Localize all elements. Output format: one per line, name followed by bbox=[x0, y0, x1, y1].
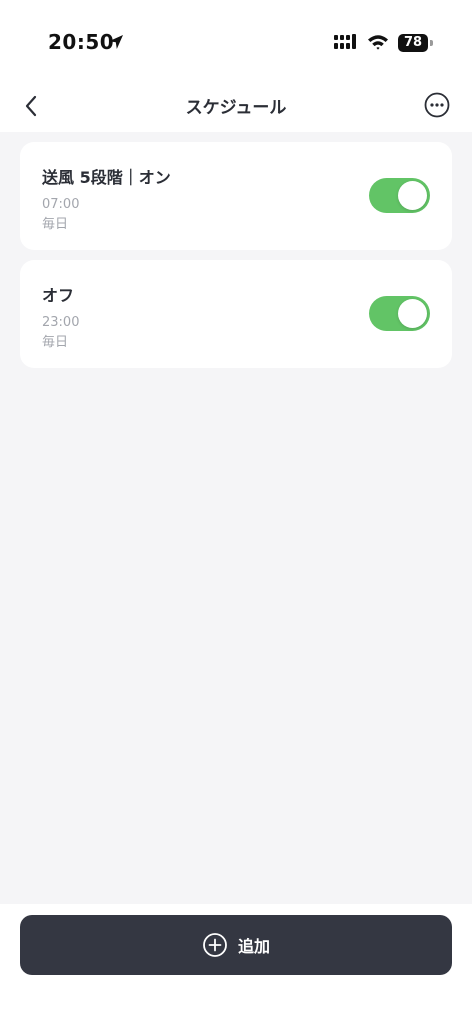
add-button-label: 追加 bbox=[237, 937, 270, 956]
schedule-repeat: 毎日 bbox=[42, 217, 69, 232]
more-horizontal-icon bbox=[424, 92, 450, 118]
battery-indicator: 78 bbox=[398, 34, 428, 52]
plus-circle-icon bbox=[203, 933, 227, 957]
cellular-signal-icon bbox=[334, 34, 356, 49]
toggle-knob bbox=[398, 299, 427, 328]
bottom-bar: 追加 bbox=[0, 904, 472, 1024]
wifi-icon bbox=[368, 35, 388, 50]
schedule-item[interactable]: オフ 23:00 毎日 bbox=[20, 260, 452, 368]
more-options-button[interactable] bbox=[423, 91, 451, 119]
status-bar: 20:50 78 bbox=[0, 0, 472, 82]
schedule-title: 送風 5段階｜オン bbox=[42, 168, 171, 187]
schedule-toggle[interactable] bbox=[369, 178, 430, 213]
schedule-time: 23:00 bbox=[42, 315, 80, 330]
status-time: 20:50 bbox=[48, 30, 115, 54]
add-schedule-button[interactable]: 追加 bbox=[20, 915, 452, 975]
schedule-toggle[interactable] bbox=[369, 296, 430, 331]
location-arrow-icon bbox=[109, 35, 123, 49]
schedule-repeat: 毎日 bbox=[42, 335, 69, 350]
battery-cap bbox=[430, 40, 433, 46]
schedule-list: 送風 5段階｜オン 07:00 毎日 オフ 23:00 毎日 bbox=[20, 142, 452, 378]
schedule-item[interactable]: 送風 5段階｜オン 07:00 毎日 bbox=[20, 142, 452, 250]
schedule-time: 07:00 bbox=[42, 197, 80, 212]
page-title: スケジュール bbox=[185, 98, 287, 118]
toggle-knob bbox=[398, 181, 427, 210]
schedule-title: オフ bbox=[42, 286, 75, 305]
navigation-bar: スケジュール bbox=[0, 82, 472, 132]
